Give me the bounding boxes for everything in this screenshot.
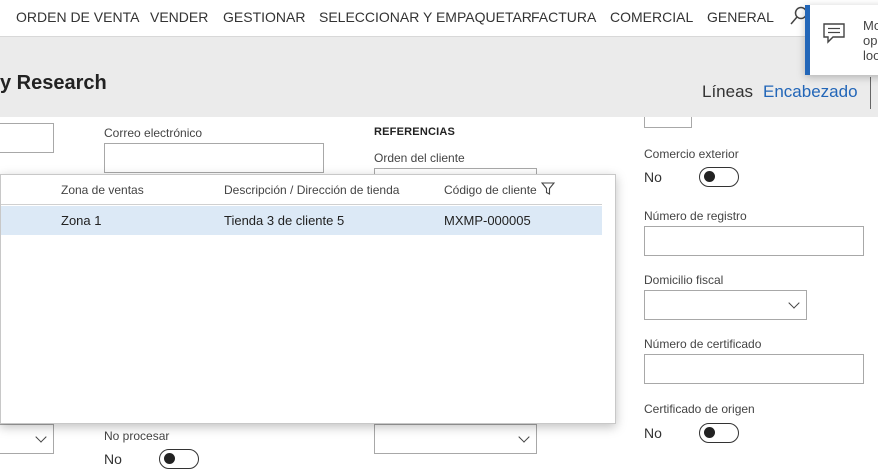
- numero-certificado-label: Número de certificado: [644, 337, 762, 351]
- comercio-exterior-label: Comercio exterior: [644, 147, 739, 161]
- action-menu-bar: ORDEN DE VENTA VENDER GESTIONAR SELECCIO…: [0, 0, 878, 37]
- header-band: [0, 37, 878, 117]
- certificado-origen-toggle[interactable]: [699, 423, 739, 443]
- chevron-down-icon: [788, 297, 800, 309]
- page-title: y Research: [0, 72, 107, 94]
- column-header-zona[interactable]: Zona de ventas: [61, 183, 144, 197]
- referencias-heading: REFERENCIAS: [374, 126, 456, 138]
- menu-factura[interactable]: FACTURA: [531, 9, 596, 25]
- table-row[interactable]: Zona 1 Tienda 3 de cliente 5 MXMP-000005: [1, 206, 602, 235]
- domicilio-fiscal-label: Domicilio fiscal: [644, 273, 724, 287]
- cell-zona: Zona 1: [61, 213, 102, 228]
- chevron-down-icon: [518, 431, 530, 443]
- toggle-knob: [704, 427, 715, 438]
- right-top-field[interactable]: [644, 117, 692, 128]
- middle-dropdown[interactable]: [374, 424, 537, 454]
- numero-registro-field[interactable]: [644, 226, 864, 256]
- lookup-header-divider: [1, 204, 602, 205]
- no-procesar-value: No: [104, 451, 122, 467]
- toast-message: Mo ope loo: [863, 18, 878, 63]
- cell-descripcion: Tienda 3 de cliente 5: [224, 213, 345, 228]
- chevron-down-icon: [35, 431, 47, 443]
- menu-vender[interactable]: VENDER: [150, 9, 208, 25]
- no-procesar-label: No procesar: [104, 429, 170, 443]
- email-field[interactable]: [104, 143, 324, 173]
- tab-lineas[interactable]: Líneas: [702, 82, 753, 102]
- column-header-descripcion[interactable]: Descripción / Dirección de tienda: [224, 183, 399, 197]
- tab-divider: [870, 77, 871, 109]
- certificado-origen-label: Certificado de origen: [644, 402, 755, 416]
- menu-seleccionar-y-empaquetar[interactable]: SELECCIONAR Y EMPAQUETAR: [319, 9, 532, 25]
- column-header-codigo[interactable]: Código de cliente: [444, 183, 537, 197]
- tab-encabezado[interactable]: Encabezado: [763, 82, 858, 102]
- menu-comercial[interactable]: COMERCIAL: [610, 9, 693, 25]
- menu-general[interactable]: GENERAL: [707, 9, 774, 25]
- numero-certificado-field[interactable]: [644, 354, 864, 384]
- toggle-knob: [704, 171, 715, 182]
- cell-codigo: MXMP-000005: [444, 213, 531, 228]
- numero-registro-label: Número de registro: [644, 209, 747, 223]
- comercio-exterior-value: No: [644, 169, 662, 185]
- email-label: Correo electrónico: [104, 126, 203, 140]
- orden-cliente-label: Orden del cliente: [374, 151, 465, 165]
- menu-orden-de-venta[interactable]: ORDEN DE VENTA: [16, 9, 139, 25]
- no-procesar-toggle[interactable]: [159, 449, 199, 469]
- message-icon: [823, 23, 845, 44]
- left-input-field[interactable]: [0, 123, 54, 153]
- left-dropdown[interactable]: [0, 424, 54, 454]
- toggle-knob: [164, 453, 175, 464]
- comercio-exterior-toggle[interactable]: [699, 167, 739, 187]
- certificado-origen-value: No: [644, 425, 662, 441]
- lookup-dropdown: Zona de ventas Descripción / Dirección d…: [0, 174, 616, 424]
- filter-icon[interactable]: [541, 182, 555, 195]
- menu-gestionar[interactable]: GESTIONAR: [223, 9, 305, 25]
- domicilio-fiscal-dropdown[interactable]: [644, 290, 807, 320]
- notification-toast[interactable]: Mo ope loo: [805, 5, 878, 75]
